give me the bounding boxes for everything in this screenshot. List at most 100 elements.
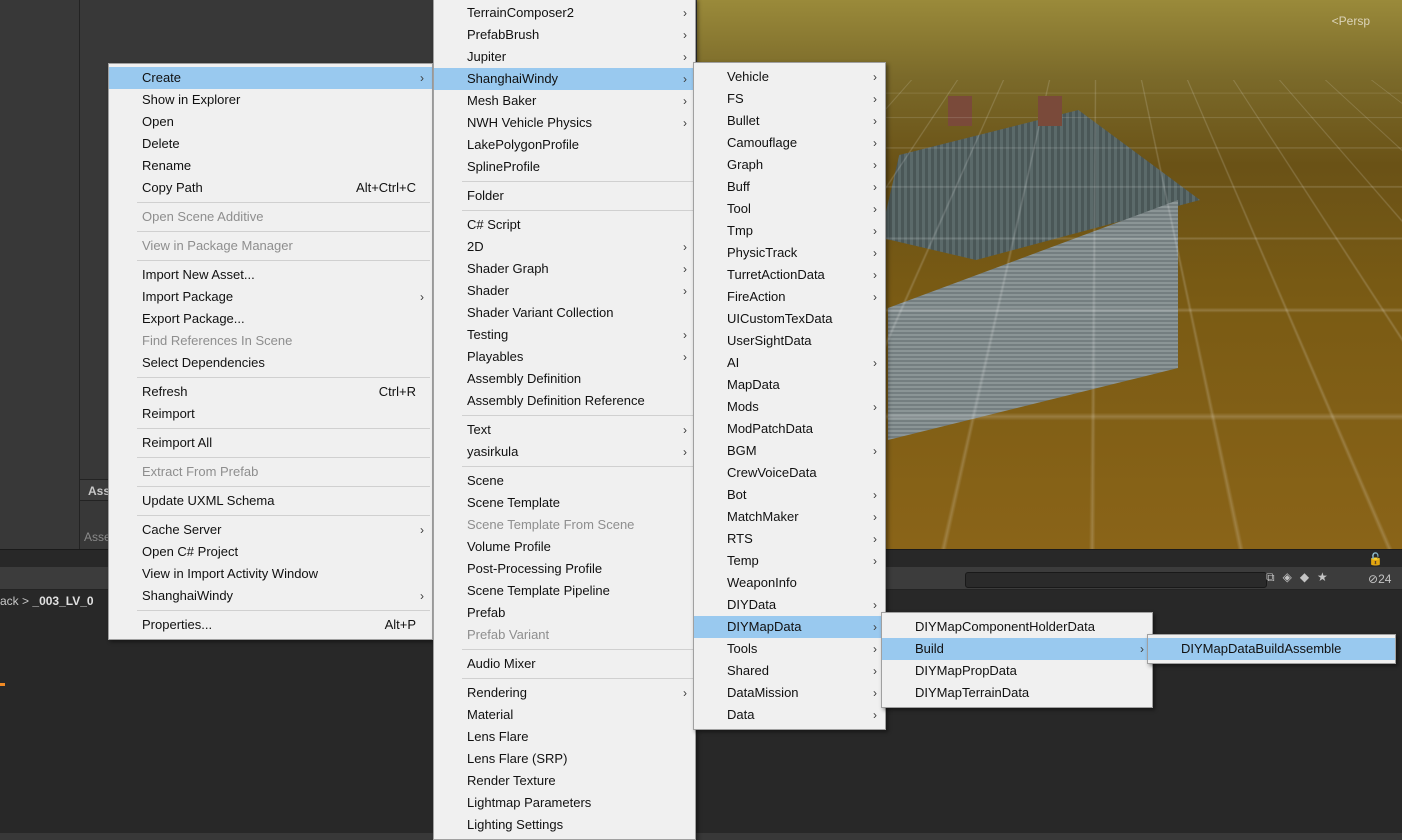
menu-item-bot[interactable]: Bot ›	[694, 484, 885, 506]
menu-item-mods[interactable]: Mods ›	[694, 396, 885, 418]
menu-item-folder[interactable]: Folder	[434, 185, 695, 207]
menu-item-graph[interactable]: Graph ›	[694, 154, 885, 176]
menu-item-lens-flare[interactable]: Lens Flare	[434, 726, 695, 748]
menu-item-shader-variant-collection[interactable]: Shader Variant Collection	[434, 302, 695, 324]
menu-item-tools[interactable]: Tools ›	[694, 638, 885, 660]
menu-item-open-c-project[interactable]: Open C# Project	[109, 541, 432, 563]
menu-item-shader-graph[interactable]: Shader Graph ›	[434, 258, 695, 280]
menu-item-2d[interactable]: 2D ›	[434, 236, 695, 258]
menu-item-camouflage[interactable]: Camouflage ›	[694, 132, 885, 154]
menu-item-diymapcomponentholderdata[interactable]: DIYMapComponentHolderData	[882, 616, 1152, 638]
menu-item-create[interactable]: Create ›	[109, 67, 432, 89]
menu-item-properties[interactable]: Properties... Alt+P	[109, 614, 432, 636]
menu-item-lens-flare-srp[interactable]: Lens Flare (SRP)	[434, 748, 695, 770]
menu-item-datamission[interactable]: DataMission ›	[694, 682, 885, 704]
menu-item-show-in-explorer[interactable]: Show in Explorer	[109, 89, 432, 111]
menu-item-reimport[interactable]: Reimport	[109, 403, 432, 425]
menu-item-open[interactable]: Open	[109, 111, 432, 133]
menu-item-splineprofile[interactable]: SplineProfile	[434, 156, 695, 178]
menu-item-build[interactable]: Build ›	[882, 638, 1152, 660]
menu-item-post-processing-profile[interactable]: Post-Processing Profile	[434, 558, 695, 580]
menu-item-shanghaiwindy[interactable]: ShanghaiWindy ›	[434, 68, 695, 90]
menu-item-rendering[interactable]: Rendering ›	[434, 682, 695, 704]
filter-icon[interactable]: ⧉	[1266, 570, 1283, 584]
menu-item-tool[interactable]: Tool ›	[694, 198, 885, 220]
menu-item-assembly-definition[interactable]: Assembly Definition	[434, 368, 695, 390]
menu-item-temp[interactable]: Temp ›	[694, 550, 885, 572]
menu-item-c-script[interactable]: C# Script	[434, 214, 695, 236]
menu-item-mapdata[interactable]: MapData	[694, 374, 885, 396]
menu-item-cache-server[interactable]: Cache Server ›	[109, 519, 432, 541]
menu-item-import-package[interactable]: Import Package ›	[109, 286, 432, 308]
menu-item-crewvoicedata[interactable]: CrewVoiceData	[694, 462, 885, 484]
menu-item-bgm[interactable]: BGM ›	[694, 440, 885, 462]
menu-item-material[interactable]: Material	[434, 704, 695, 726]
menu-item-scene-template[interactable]: Scene Template	[434, 492, 695, 514]
menu-item-render-texture[interactable]: Render Texture	[434, 770, 695, 792]
search-input[interactable]	[965, 572, 1267, 588]
breadcrumb[interactable]: ack > _003_LV_0	[0, 594, 94, 608]
menu-item-ai[interactable]: AI ›	[694, 352, 885, 374]
menu-item-lighting-settings[interactable]: Lighting Settings	[434, 814, 695, 836]
menu-item-usersightdata[interactable]: UserSightData	[694, 330, 885, 352]
menu-item-update-uxml-schema[interactable]: Update UXML Schema	[109, 490, 432, 512]
menu-item-delete[interactable]: Delete	[109, 133, 432, 155]
menu-item-testing[interactable]: Testing ›	[434, 324, 695, 346]
menu-item-nwh-vehicle-physics[interactable]: NWH Vehicle Physics ›	[434, 112, 695, 134]
menu-item-label: 2D	[467, 239, 484, 254]
menu-item-buff[interactable]: Buff ›	[694, 176, 885, 198]
menu-item-weaponinfo[interactable]: WeaponInfo	[694, 572, 885, 594]
menu-item-shared[interactable]: Shared ›	[694, 660, 885, 682]
menu-item-uicustomtexdata[interactable]: UICustomTexData	[694, 308, 885, 330]
menu-item-jupiter[interactable]: Jupiter ›	[434, 46, 695, 68]
menu-item-view-in-import-activity-window[interactable]: View in Import Activity Window	[109, 563, 432, 585]
menu-item-physictrack[interactable]: PhysicTrack ›	[694, 242, 885, 264]
menu-item-rename[interactable]: Rename	[109, 155, 432, 177]
menu-item-modpatchdata[interactable]: ModPatchData	[694, 418, 885, 440]
hidden-count[interactable]: ⊘24	[1368, 572, 1391, 586]
menu-item-mesh-baker[interactable]: Mesh Baker ›	[434, 90, 695, 112]
menu-item-text[interactable]: Text ›	[434, 419, 695, 441]
menu-item-diymapdata[interactable]: DIYMapData ›	[694, 616, 885, 638]
menu-item-diymappropdata[interactable]: DIYMapPropData	[882, 660, 1152, 682]
star-icon[interactable]: ★	[1317, 570, 1336, 584]
chevron-right-icon: ›	[873, 510, 877, 524]
menu-item-rts[interactable]: RTS ›	[694, 528, 885, 550]
type-filter-icon[interactable]: ◈	[1283, 570, 1300, 584]
menu-item-lakepolygonprofile[interactable]: LakePolygonProfile	[434, 134, 695, 156]
menu-item-matchmaker[interactable]: MatchMaker ›	[694, 506, 885, 528]
menu-item-scene[interactable]: Scene	[434, 470, 695, 492]
menu-item-yasirkula[interactable]: yasirkula ›	[434, 441, 695, 463]
menu-item-vehicle[interactable]: Vehicle ›	[694, 66, 885, 88]
menu-item-scene-template-pipeline[interactable]: Scene Template Pipeline	[434, 580, 695, 602]
menu-item-volume-profile[interactable]: Volume Profile	[434, 536, 695, 558]
label-icon[interactable]: ◆	[1300, 570, 1317, 584]
persp-label[interactable]: <Persp	[1332, 14, 1370, 28]
lock-icon[interactable]: 🔓	[1368, 552, 1383, 566]
menu-item-audio-mixer[interactable]: Audio Mixer	[434, 653, 695, 675]
menu-item-tmp[interactable]: Tmp ›	[694, 220, 885, 242]
menu-item-lightmap-parameters[interactable]: Lightmap Parameters	[434, 792, 695, 814]
menu-item-refresh[interactable]: Refresh Ctrl+R	[109, 381, 432, 403]
menu-item-shader[interactable]: Shader ›	[434, 280, 695, 302]
menu-item-import-new-asset[interactable]: Import New Asset...	[109, 264, 432, 286]
menu-item-select-dependencies[interactable]: Select Dependencies	[109, 352, 432, 374]
menu-item-turretactiondata[interactable]: TurretActionData ›	[694, 264, 885, 286]
menu-item-prefab[interactable]: Prefab	[434, 602, 695, 624]
menu-item-shanghaiwindy[interactable]: ShanghaiWindy ›	[109, 585, 432, 607]
menu-item-export-package[interactable]: Export Package...	[109, 308, 432, 330]
toolbar-icons[interactable]: ⧉◈◆★	[1266, 570, 1336, 585]
menu-item-bullet[interactable]: Bullet ›	[694, 110, 885, 132]
menu-item-terraincomposer2[interactable]: TerrainComposer2 ›	[434, 2, 695, 24]
menu-item-fireaction[interactable]: FireAction ›	[694, 286, 885, 308]
menu-item-data[interactable]: Data ›	[694, 704, 885, 726]
menu-item-diydata[interactable]: DIYData ›	[694, 594, 885, 616]
menu-item-fs[interactable]: FS ›	[694, 88, 885, 110]
menu-item-prefabbrush[interactable]: PrefabBrush ›	[434, 24, 695, 46]
menu-item-reimport-all[interactable]: Reimport All	[109, 432, 432, 454]
menu-item-diymapterraindata[interactable]: DIYMapTerrainData	[882, 682, 1152, 704]
menu-item-assembly-definition-reference[interactable]: Assembly Definition Reference	[434, 390, 695, 412]
menu-item-diymapdatabuildassemble[interactable]: DIYMapDataBuildAssemble	[1148, 638, 1395, 660]
menu-item-playables[interactable]: Playables ›	[434, 346, 695, 368]
menu-item-copy-path[interactable]: Copy Path Alt+Ctrl+C	[109, 177, 432, 199]
